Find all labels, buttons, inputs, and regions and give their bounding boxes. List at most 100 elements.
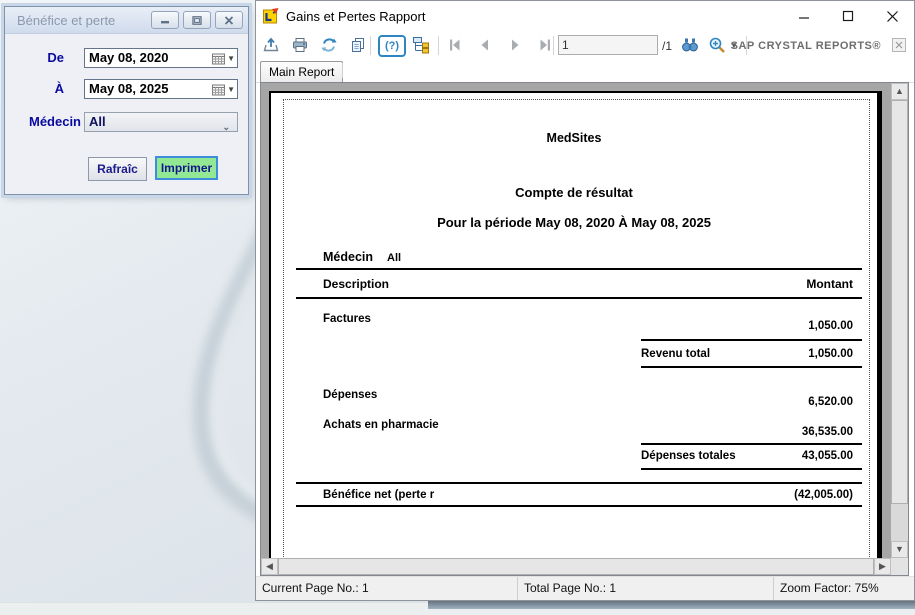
row-factures-amount: 1,050.00 — [808, 320, 853, 332]
close-icon — [224, 16, 234, 25]
window-frame-bottom — [428, 600, 915, 609]
close-icon — [886, 10, 899, 23]
rule — [296, 482, 862, 484]
to-date-field[interactable]: May 08, 2025 ▼ — [84, 79, 238, 99]
calendar-icon — [212, 84, 225, 96]
row-benefice-net-amount: (42,005.00) — [794, 489, 853, 501]
dialog-maximize-button[interactable] — [183, 11, 211, 29]
scroll-down-button[interactable]: ▼ — [891, 541, 908, 558]
doctor-label: Médecin — [11, 114, 81, 129]
screen: Bénéfice et perte De May 08, 2020 ▼ À — [0, 0, 915, 615]
report-period: Pour la période May 08, 2020 À May 08, 2… — [271, 215, 877, 230]
row-depenses-label: Dépenses — [323, 389, 377, 401]
dropdown-arrow-icon: ▼ — [227, 50, 235, 68]
first-page-icon[interactable] — [446, 36, 464, 54]
rule — [641, 468, 862, 470]
export-icon[interactable] — [262, 36, 280, 54]
report-window: Gains et Pertes Rapport — [255, 0, 915, 601]
doctor-combobox[interactable]: All ⌄ — [84, 112, 238, 132]
window-title: Gains et Pertes Rapport — [286, 9, 425, 24]
from-date-value: May 08, 2020 — [89, 50, 169, 65]
minimize-icon — [160, 16, 170, 25]
last-page-icon[interactable] — [536, 36, 554, 54]
report-doctor-value: All — [387, 252, 401, 264]
rule — [641, 339, 862, 341]
report-page: MedSites Compte de résultat Pour la péri… — [269, 91, 882, 567]
window-controls — [782, 1, 914, 31]
row-achats-label: Achats en pharmacie — [323, 419, 439, 431]
group-tree-icon[interactable] — [412, 36, 430, 54]
refresh-icon[interactable] — [320, 36, 338, 54]
window-close-button[interactable] — [870, 1, 914, 31]
toolbar-separator — [438, 36, 439, 55]
status-total-page: Total Page No.: 1 — [518, 577, 774, 600]
statusbar: Current Page No.: 1 Total Page No.: 1 Zo… — [256, 576, 914, 600]
rule — [641, 443, 862, 445]
window-titlebar[interactable]: Gains et Pertes Rapport — [256, 1, 914, 31]
toolbar-separator — [553, 36, 554, 55]
dialog-title: Bénéfice et perte — [17, 13, 115, 28]
scroll-up-button[interactable]: ▲ — [891, 83, 908, 100]
report-company: MedSites — [271, 131, 877, 145]
row-depenses-totales-label: Dépenses totales — [641, 450, 736, 462]
page-total-label: /1 — [662, 39, 672, 53]
sap-crystal-reports-brand: SAP CRYSTAL REPORTS® — [731, 40, 881, 52]
zoom-icon[interactable] — [708, 36, 726, 54]
find-icon[interactable] — [681, 36, 699, 54]
maximize-icon — [192, 16, 202, 25]
print-icon[interactable] — [291, 36, 309, 54]
scroll-left-button[interactable]: ◀ — [261, 558, 278, 575]
row-revenu-total-label: Revenu total — [641, 348, 710, 360]
to-label: À — [20, 81, 64, 96]
toolbar-separator — [370, 36, 371, 55]
tab-main-report[interactable]: Main Report — [260, 61, 343, 82]
horizontal-scroll-thumb[interactable] — [278, 558, 874, 575]
dialog-close-button[interactable] — [215, 11, 243, 29]
to-date-value: May 08, 2025 — [89, 81, 169, 96]
status-current-page: Current Page No.: 1 — [256, 577, 518, 600]
rule — [296, 268, 862, 270]
dialog-titlebar[interactable]: Bénéfice et perte — [5, 7, 248, 34]
column-description: Description — [323, 277, 389, 291]
calendar-icon — [212, 53, 225, 65]
rule — [641, 366, 862, 368]
dropdown-arrow-icon: ▼ — [227, 81, 235, 99]
to-date-picker-button[interactable]: ▼ — [212, 81, 235, 99]
row-factures-label: Factures — [323, 313, 371, 325]
report-tabbar: Main Report — [256, 59, 914, 83]
scroll-right-button[interactable]: ▶ — [874, 558, 891, 575]
next-page-icon[interactable] — [506, 36, 524, 54]
previous-page-icon[interactable] — [476, 36, 494, 54]
minimize-icon — [798, 10, 810, 22]
doctor-combobox-value: All — [89, 114, 106, 129]
rule — [296, 297, 862, 299]
crystal-reports-app-icon — [263, 8, 279, 24]
report-content: MedSites Compte de résultat Pour la péri… — [271, 93, 877, 565]
dialog-window-controls — [151, 11, 243, 29]
window-minimize-button[interactable] — [782, 1, 826, 31]
window-maximize-button[interactable] — [826, 1, 870, 31]
viewer-toolbar: (?) /1 — [256, 31, 914, 59]
from-date-field[interactable]: May 08, 2020 ▼ — [84, 48, 238, 68]
page-number-input[interactable] — [558, 35, 658, 55]
vertical-scroll-thumb[interactable] — [891, 100, 908, 504]
benefice-et-perte-dialog: Bénéfice et perte De May 08, 2020 ▼ À — [4, 6, 249, 195]
brand-dismiss-icon[interactable] — [892, 38, 906, 52]
copy-icon[interactable] — [349, 36, 367, 54]
help-icon[interactable]: (?) — [378, 35, 406, 57]
column-amount: Montant — [806, 277, 853, 291]
refresh-button[interactable]: Rafraîc — [88, 157, 147, 181]
chevron-down-icon: ⌄ — [222, 118, 230, 136]
vertical-scrollbar[interactable]: ▲ ▼ — [891, 83, 908, 558]
print-button[interactable]: Imprimer — [155, 156, 218, 180]
rule — [296, 505, 862, 507]
from-date-picker-button[interactable]: ▼ — [212, 50, 235, 68]
horizontal-scrollbar[interactable]: ◀ ▶ — [261, 558, 891, 575]
report-title: Compte de résultat — [271, 185, 877, 200]
scrollbar-corner — [891, 558, 908, 575]
from-label: De — [20, 50, 64, 65]
dialog-minimize-button[interactable] — [151, 11, 179, 29]
report-viewport: MedSites Compte de résultat Pour la péri… — [260, 82, 909, 576]
row-benefice-net-label: Bénéfice net (perte r — [323, 489, 434, 501]
row-revenu-total-amount: 1,050.00 — [808, 348, 853, 360]
